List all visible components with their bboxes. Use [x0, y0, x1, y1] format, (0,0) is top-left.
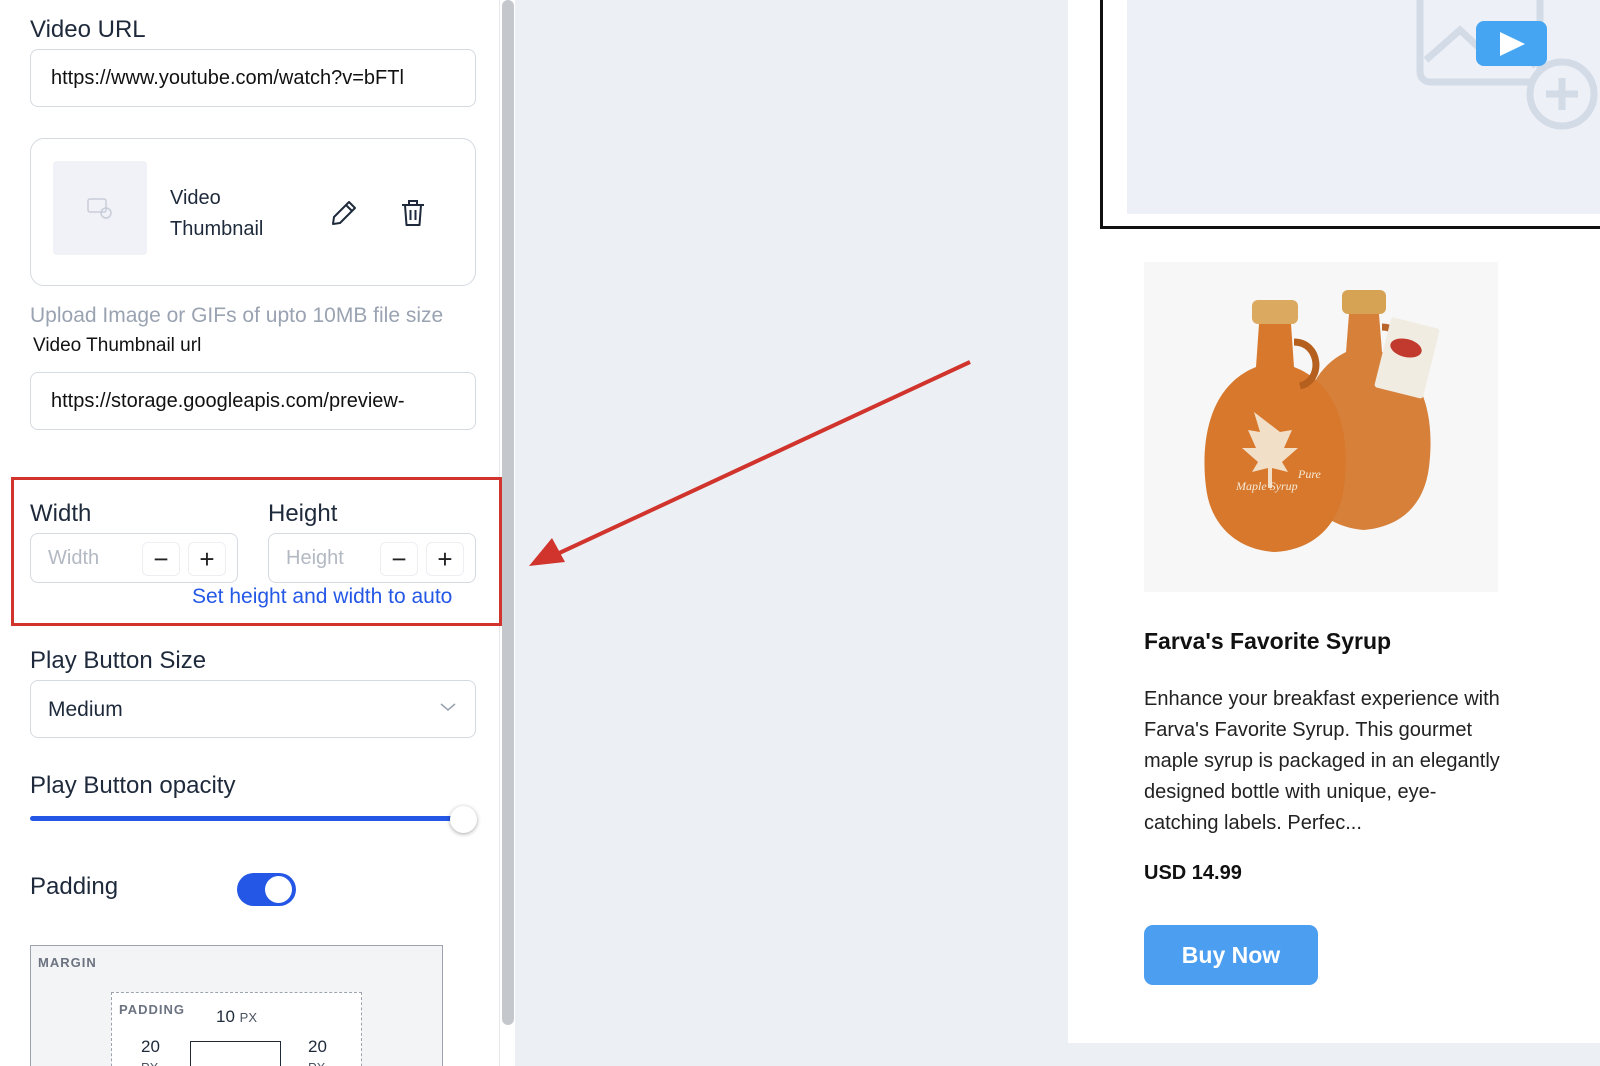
- play-button[interactable]: [1476, 21, 1547, 66]
- panel-scrollbar[interactable]: [502, 0, 514, 1025]
- padding-toggle[interactable]: [237, 873, 296, 906]
- margin-box: MARGIN PADDING 10 PX 20 PX 20 PX: [30, 945, 443, 1066]
- padding-right-unit: PX: [308, 1060, 325, 1066]
- padding-right-value[interactable]: 20 PX: [308, 1037, 327, 1066]
- video-url-label: Video URL: [30, 16, 146, 43]
- bottle-label-maple-syrup: Maple Syrup: [1235, 479, 1298, 493]
- product-price: USD 14.99: [1144, 862, 1242, 884]
- padding-top-value[interactable]: 10 PX: [216, 1007, 257, 1027]
- buy-now-button[interactable]: Buy Now: [1144, 925, 1318, 985]
- thumbnail-url-input[interactable]: https://storage.googleapis.com/preview-: [30, 372, 476, 430]
- padding-right-number: 20: [308, 1037, 327, 1056]
- thumbnail-label: Video Thumbnail: [170, 183, 290, 245]
- maple-syrup-bottles-image: Pure Maple Syrup: [1204, 290, 1440, 552]
- play-icon: [1499, 31, 1525, 56]
- thumbnail-url-label: Video Thumbnail url: [33, 335, 202, 356]
- product-description: Enhance your breakfast experience with F…: [1144, 688, 1500, 834]
- toggle-knob: [265, 876, 292, 903]
- highlight-box: [11, 477, 502, 626]
- trash-icon: [402, 200, 424, 226]
- bottle-label-pure: Pure: [1297, 467, 1322, 481]
- video-thumbnail-card: Video Thumbnail: [30, 138, 476, 286]
- padding-tag: PADDING: [119, 1002, 185, 1017]
- padding-left-number: 20: [141, 1037, 160, 1056]
- upload-hint: Upload Image or GIFs of upto 10MB file s…: [30, 304, 444, 327]
- play-button-size-select[interactable]: Medium: [30, 680, 476, 738]
- product-title: Farva's Favorite Syrup: [1144, 628, 1392, 654]
- opacity-slider-track[interactable]: [30, 816, 464, 821]
- thumbnail-label-line1: Video: [170, 187, 221, 209]
- delete-thumbnail-button[interactable]: [393, 193, 433, 233]
- margin-tag: MARGIN: [38, 955, 97, 970]
- play-button-size-label: Play Button Size: [30, 647, 207, 674]
- padding-label: Padding: [30, 873, 119, 900]
- edit-thumbnail-button[interactable]: [324, 193, 364, 233]
- video-url-input[interactable]: https://www.youtube.com/watch?v=bFTl: [30, 49, 476, 107]
- chevron-down-icon: [440, 703, 456, 712]
- pencil-icon: [332, 201, 356, 225]
- padding-top-unit: PX: [239, 1010, 257, 1025]
- image-placeholder-icon: [87, 198, 112, 219]
- thumbnail-preview[interactable]: [53, 161, 147, 255]
- play-button-opacity-label: Play Button opacity: [30, 772, 236, 799]
- padding-box: PADDING 10 PX 20 PX 20 PX: [111, 992, 362, 1066]
- padding-top-number: 10: [216, 1007, 235, 1026]
- play-button-size-value: Medium: [48, 698, 123, 721]
- padding-left-unit: PX: [141, 1060, 158, 1066]
- content-box: [190, 1041, 281, 1066]
- product-image: Pure Maple Syrup: [1144, 262, 1498, 592]
- thumbnail-label-line2: Thumbnail: [170, 218, 264, 240]
- opacity-slider-thumb[interactable]: [450, 806, 477, 833]
- padding-left-value[interactable]: 20 PX: [141, 1037, 160, 1066]
